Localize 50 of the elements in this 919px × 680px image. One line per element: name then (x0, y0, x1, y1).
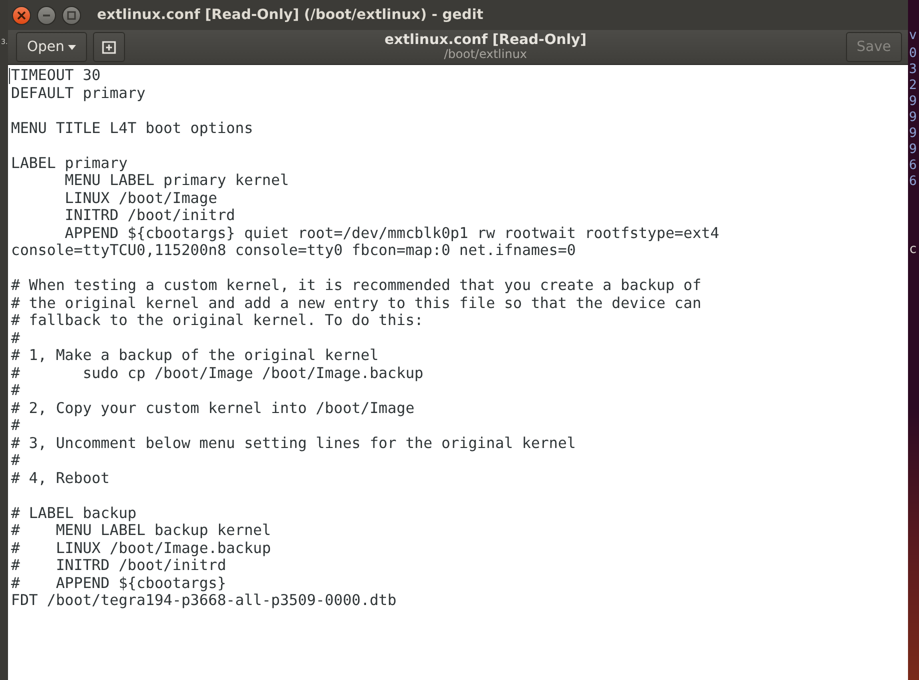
code-line: # 1, Make a backup of the original kernel (11, 347, 379, 364)
terminal-text: 9 (909, 110, 917, 126)
code-line: # MENU LABEL backup kernel (11, 522, 271, 540)
terminal-text: c (909, 242, 917, 258)
maximize-icon (67, 10, 76, 20)
code-line: # INITRD /boot/initrd (11, 557, 226, 574)
code-line: DEFAULT primary (11, 84, 146, 102)
terminal-text: 3 (909, 62, 917, 78)
code-line: # LABEL backup (11, 504, 137, 522)
code-line: # fallback to the original kernel. To do this: (11, 312, 424, 330)
terminal-text: 6 (909, 158, 917, 174)
code-line: # (11, 452, 20, 470)
code-line: # 2, Copy your custom kernel into /boot/Image (11, 400, 414, 417)
code-line: # (11, 330, 20, 347)
code-line: TIMEOUT 30 (11, 67, 101, 84)
window-title: extlinux.conf [Read-Only] (/boot/extlinux) - gedit (97, 7, 484, 23)
code-line: LABEL primary (11, 154, 128, 172)
code-line: INITRD /boot/initrd (64, 207, 236, 224)
code-line: # sudo cp /boot/Image /boot/Image.backup (11, 364, 424, 382)
code-line: FDT /boot/tegra194-p3668-all-p3509-0000.dtb (11, 592, 396, 610)
terminal-text: 9 (909, 126, 917, 142)
code-line: LINUX /boot/Image (64, 190, 218, 207)
terminal-text: 6 (909, 174, 917, 190)
terminal-text: 9 (909, 142, 917, 158)
document-plus-icon (101, 39, 118, 55)
code-line: # (11, 417, 20, 434)
terminal-text: v (909, 28, 917, 44)
code-line: # 3, Uncomment below menu setting lines for the original kernel (11, 434, 576, 452)
open-button[interactable]: Open (16, 32, 88, 62)
code-line: # APPEND ${cbootargs} (11, 574, 226, 592)
maximize-button[interactable] (62, 6, 81, 24)
code-line: APPEND ${cbootargs} quiet root=/dev/mmcblk0p1 rw rootwait rootfstype=ext4 (64, 224, 720, 242)
code-line: # (11, 382, 20, 400)
code-line: # When testing a custom kernel, it is recommended that you create a backup of (11, 277, 702, 294)
code-line: # the original kernel and add a new entry to this file so that the device can (11, 294, 702, 312)
document-title: extlinux.conf [Read-Only] (384, 33, 587, 48)
minimize-button[interactable] (37, 6, 56, 24)
new-document-button[interactable] (93, 32, 126, 62)
code-line: # LINUX /boot/Image.backup (11, 540, 271, 557)
close-icon (17, 10, 26, 20)
terminal-text: 2 (909, 78, 917, 94)
terminal-text: 0 (909, 46, 917, 62)
terminal-text: 9 (909, 94, 917, 110)
code-line: MENU LABEL primary kernel (64, 172, 289, 190)
code-line: console=ttyTCU0,115200n8 console=tty0 fbcon=map:0 net.ifnames=0 (11, 242, 576, 260)
document-path: /boot/extlinux (444, 48, 528, 61)
code-line: # 4, Reboot (11, 470, 110, 487)
code-line: MENU TITLE L4T boot options (11, 120, 254, 137)
close-button[interactable] (12, 6, 31, 24)
caret-icon (68, 44, 76, 50)
